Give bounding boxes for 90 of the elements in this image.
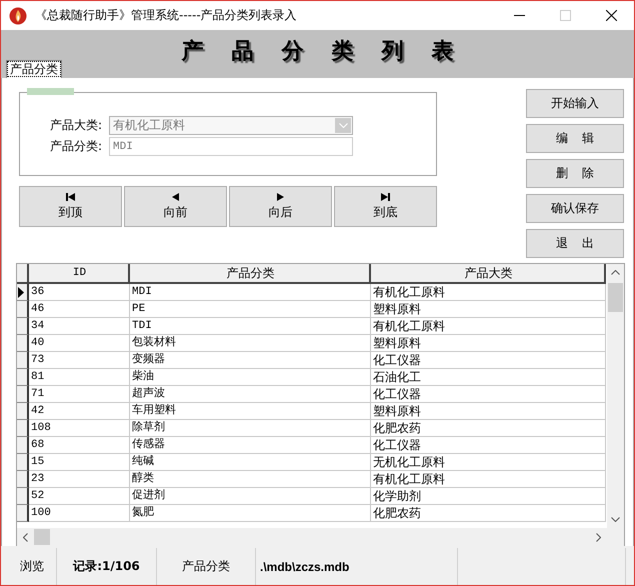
category-dropdown[interactable]: 有机化工原料: [109, 116, 353, 135]
maximize-icon: [560, 10, 570, 21]
table-cell: 纯碱: [130, 454, 371, 471]
action-button[interactable]: 退 出: [526, 229, 624, 258]
column-header[interactable]: 产品大类: [371, 264, 606, 284]
nav-button[interactable]: 到底: [334, 186, 437, 227]
table-cell: 化工仪器: [371, 437, 606, 454]
table-cell: 化肥农药: [371, 420, 606, 437]
table-cell: 15: [29, 454, 130, 471]
table-cell: 传感器: [130, 437, 371, 454]
table-cell: 柴油: [130, 369, 371, 386]
tab[interactable]: 产品分类: [6, 60, 62, 78]
table-cell: 石油化工: [371, 369, 606, 386]
table-cell: 40: [29, 335, 130, 352]
input-field[interactable]: MDI: [109, 137, 353, 156]
table-cell: 除草剂: [130, 420, 371, 437]
page-heading: 产品分类列表: [182, 38, 482, 64]
row-selector[interactable]: [17, 420, 29, 437]
row-selector[interactable]: [17, 505, 29, 522]
table-cell: 超声波: [130, 386, 371, 403]
skip-last-icon: [381, 192, 390, 200]
action-button[interactable]: 开始输入: [526, 89, 624, 118]
row-selector[interactable]: [17, 454, 29, 471]
previous-icon: [171, 192, 180, 200]
table-cell: 氮肥: [130, 505, 371, 522]
table-cell: 包装材料: [130, 335, 371, 352]
table-cell: PE: [130, 301, 371, 318]
table-cell: 73: [29, 352, 130, 369]
row-selector[interactable]: [17, 369, 29, 386]
nav-button[interactable]: 向后: [229, 186, 332, 227]
skip-first-icon: [66, 192, 75, 200]
row-selector[interactable]: [17, 488, 29, 505]
table-cell: 23: [29, 471, 130, 488]
nav-button[interactable]: 向前: [124, 186, 227, 227]
table-cell: 塑料原料: [371, 403, 606, 420]
nav-button[interactable]: 到顶: [19, 186, 122, 227]
table-cell: 68: [29, 437, 130, 454]
status-text: 产品分类: [157, 548, 256, 585]
row-selector[interactable]: [17, 403, 29, 420]
table-cell: 化工仪器: [371, 352, 606, 369]
table-cell: 71: [29, 386, 130, 403]
field-label: 产品分类:: [48, 138, 103, 155]
table-cell: 34: [29, 318, 130, 335]
table-cell: 有机化工原料: [371, 471, 606, 488]
table-cell: 塑料原料: [371, 301, 606, 318]
app-logo-icon: [9, 6, 27, 24]
status-text: 记录:1/106: [57, 548, 157, 585]
status-text: .\mdb\zczs.mdb: [256, 548, 458, 585]
field-label: 产品大类:: [48, 117, 103, 134]
table-cell: 52: [29, 488, 130, 505]
current-row-icon: [17, 286, 24, 298]
table-cell: 有机化工原料: [371, 318, 606, 335]
row-selector[interactable]: [17, 352, 29, 369]
table-cell: 100: [29, 505, 130, 522]
table-cell: 变频器: [130, 352, 371, 369]
table-cell: 促进剂: [130, 488, 371, 505]
table-cell: 无机化工原料: [371, 454, 606, 471]
row-selector[interactable]: [17, 471, 29, 488]
close-icon: [606, 10, 616, 21]
table-cell: 有机化工原料: [371, 284, 606, 301]
table-cell: 化学助剂: [371, 488, 606, 505]
action-button[interactable]: 确认保存: [526, 194, 624, 223]
group-box-legend: [27, 88, 74, 95]
table-cell: 化肥农药: [371, 505, 606, 522]
table-cell: 108: [29, 420, 130, 437]
action-button[interactable]: 编 辑: [526, 124, 624, 153]
table-cell: 42: [29, 403, 130, 420]
scrollbar-thumb[interactable]: [34, 529, 50, 545]
row-selector[interactable]: [17, 335, 29, 352]
row-selector[interactable]: [17, 437, 29, 454]
table-cell: TDI: [130, 318, 371, 335]
row-selector[interactable]: [17, 284, 29, 301]
column-header[interactable]: 产品分类: [130, 264, 371, 284]
row-selector[interactable]: [17, 386, 29, 403]
column-header[interactable]: ID: [29, 264, 130, 284]
window-title: 《总裁随行助手》管理系统-----产品分类列表录入: [35, 7, 298, 24]
row-selector[interactable]: [17, 318, 29, 335]
table-cell: 化工仪器: [371, 386, 606, 403]
table-cell: 醇类: [130, 471, 371, 488]
scrollbar-thumb[interactable]: [608, 283, 623, 312]
table-cell: 81: [29, 369, 130, 386]
table-cell: 塑料原料: [371, 335, 606, 352]
status-text: 浏览: [8, 548, 57, 585]
table-cell: MDI: [130, 284, 371, 301]
table-cell: 46: [29, 301, 130, 318]
table-cell: 36: [29, 284, 130, 301]
action-button[interactable]: 删 除: [526, 159, 624, 188]
next-icon: [276, 192, 285, 200]
table-cell: 车用塑料: [130, 403, 371, 420]
row-selector[interactable]: [17, 301, 29, 318]
